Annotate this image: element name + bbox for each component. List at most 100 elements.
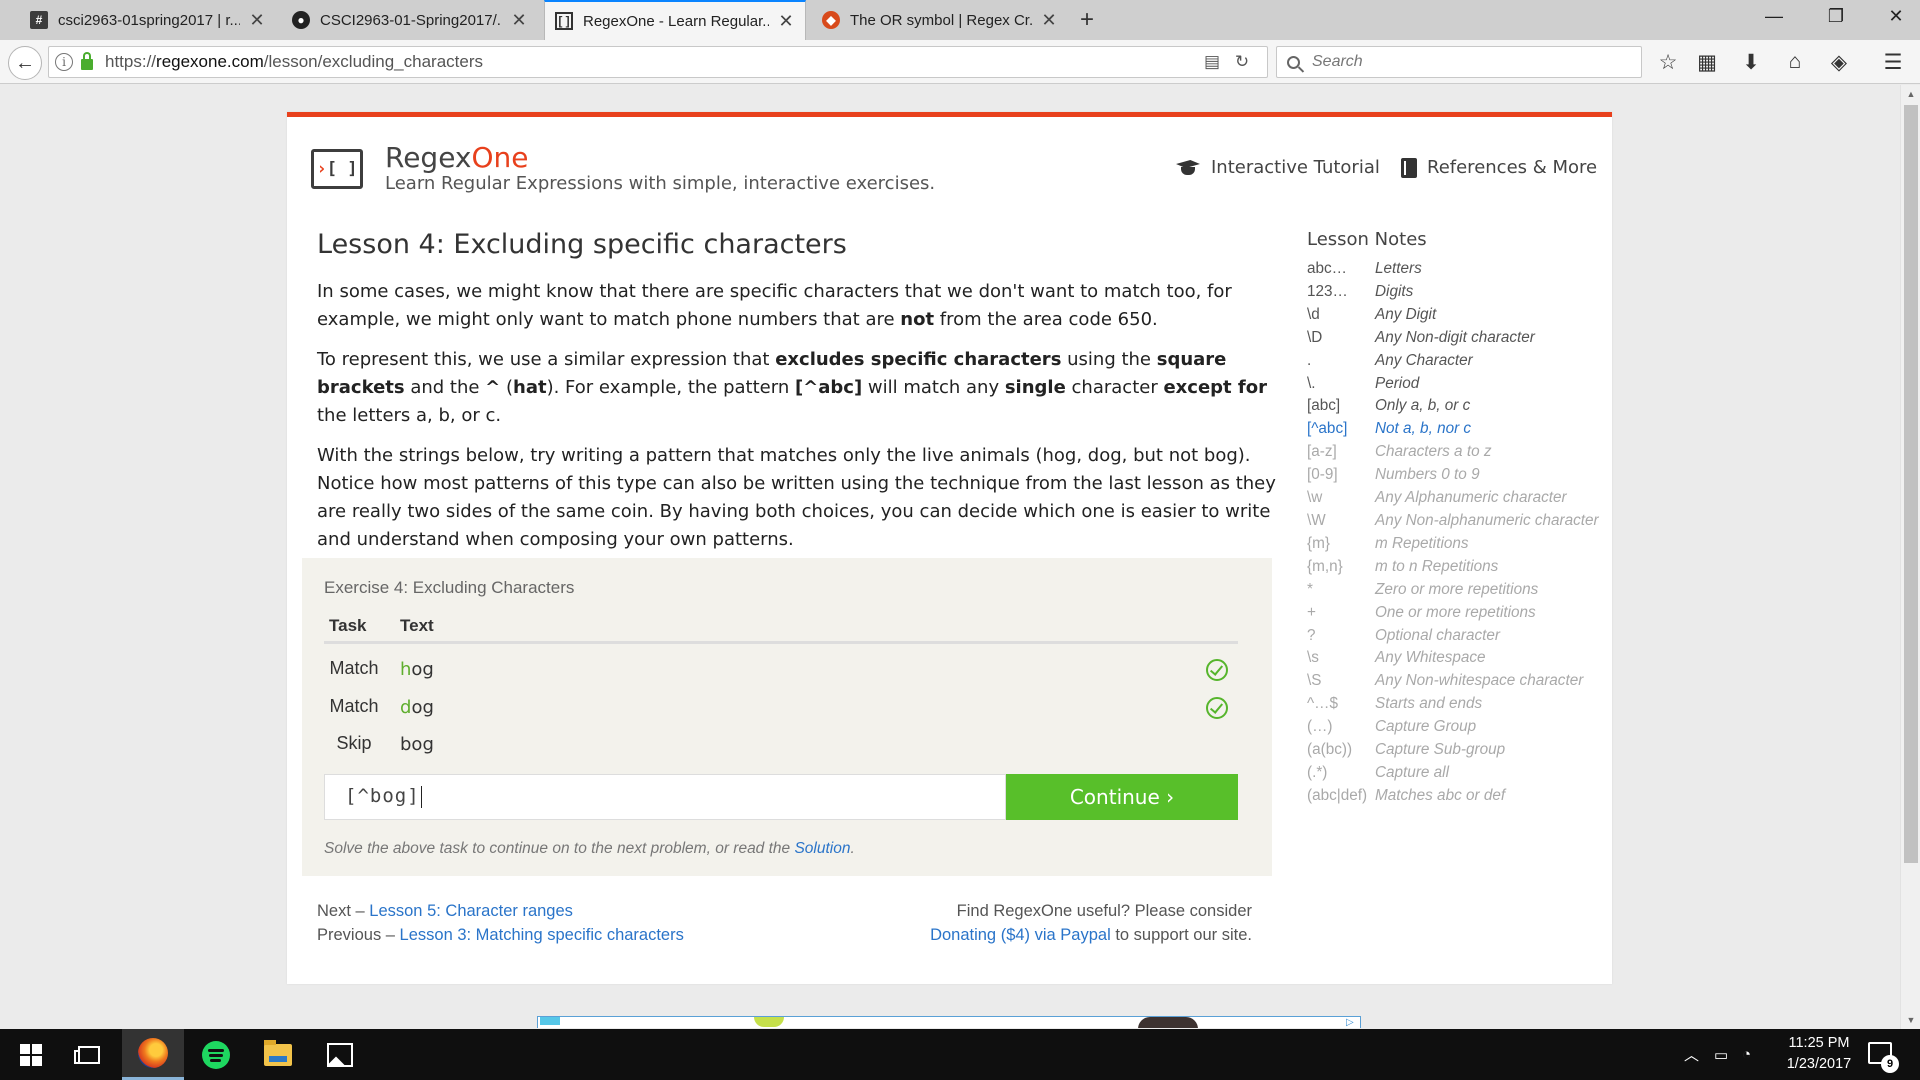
browser-tab[interactable]: # csci2963-01spring2017 | r... ✕ bbox=[20, 0, 276, 40]
lesson-notes-title: Lesson Notes bbox=[1307, 229, 1427, 250]
menu-icon[interactable]: ☰ bbox=[1878, 50, 1908, 75]
check-circle-icon bbox=[1206, 697, 1228, 719]
taskbar-firefox[interactable] bbox=[122, 1029, 184, 1080]
note-pattern: [abc] bbox=[1307, 397, 1341, 415]
previous-lesson-link[interactable]: Lesson 3: Matching specific characters bbox=[400, 926, 684, 944]
system-clock[interactable]: 11:25 PM 1/23/2017 bbox=[1770, 1033, 1868, 1075]
exercise-title: Exercise 4: Excluding Characters bbox=[324, 578, 575, 597]
note-description: Capture Sub-group bbox=[1375, 741, 1506, 759]
search-icon bbox=[1287, 55, 1300, 69]
note-description: Starts and ends bbox=[1375, 695, 1483, 713]
url-text[interactable]: https://regexone.com/lesson/excluding_ch… bbox=[105, 52, 1197, 72]
note-description: Optional character bbox=[1375, 626, 1500, 644]
taskbar-spotify[interactable] bbox=[185, 1029, 247, 1080]
note-description: Any Whitespace bbox=[1375, 649, 1486, 667]
note-pattern: . bbox=[1307, 351, 1312, 369]
note-description: Letters bbox=[1375, 260, 1422, 277]
regex-input[interactable]: [^bog] bbox=[324, 774, 1006, 820]
back-button[interactable]: ← bbox=[8, 46, 42, 80]
note-pattern: [^abc] bbox=[1307, 420, 1348, 438]
scrollbar-thumb[interactable] bbox=[1904, 105, 1918, 863]
note-description: Any Character bbox=[1375, 351, 1473, 369]
windows-taskbar: ︿ ▭ ◔ 11:25 PM 1/23/2017 9 bbox=[0, 1029, 1920, 1080]
note-pattern: [0-9] bbox=[1307, 466, 1338, 484]
regexone-icon: [ ] bbox=[555, 12, 573, 30]
url-bar[interactable]: i https://regexone.com/lesson/excluding_… bbox=[48, 46, 1268, 78]
browser-tab[interactable]: ● CSCI2963-01-Spring2017/... ✕ bbox=[282, 0, 538, 40]
note-pattern: ? bbox=[1307, 626, 1316, 644]
close-tab-icon[interactable]: ✕ bbox=[510, 10, 528, 31]
note-description: One or more repetitions bbox=[1375, 603, 1536, 621]
browser-tab-strip: # csci2963-01spring2017 | r... ✕ ● CSCI2… bbox=[0, 0, 1920, 40]
solution-link[interactable]: Solution bbox=[794, 840, 850, 857]
reading-list-icon[interactable]: ▦ bbox=[1692, 50, 1722, 75]
spotify-icon bbox=[202, 1040, 230, 1069]
close-tab-icon[interactable]: ✕ bbox=[777, 11, 795, 32]
note-pattern: (abc|def) bbox=[1307, 786, 1368, 804]
donate-link[interactable]: Donating ($4) via Paypal bbox=[930, 926, 1111, 944]
home-icon[interactable]: ⌂ bbox=[1780, 50, 1810, 74]
note-description: Zero or more repetitions bbox=[1375, 580, 1539, 598]
note-pattern: ^…$ bbox=[1307, 695, 1338, 713]
note-pattern: \d bbox=[1307, 305, 1320, 323]
note-pattern: [a-z] bbox=[1307, 443, 1337, 461]
row-text: hog bbox=[400, 659, 434, 680]
reload-icon[interactable]: ↻ bbox=[1227, 52, 1257, 72]
show-hidden-icons[interactable]: ︿ bbox=[1684, 1029, 1699, 1080]
lesson-note-item: ^…$ Starts and ends bbox=[1307, 693, 1607, 716]
reader-view-icon[interactable]: ▤ bbox=[1197, 52, 1227, 72]
close-tab-icon[interactable]: ✕ bbox=[248, 10, 266, 31]
lesson-note-item: (.*) Capture all bbox=[1307, 762, 1607, 785]
minimize-button[interactable]: — bbox=[1754, 6, 1794, 27]
site-title[interactable]: RegexOne bbox=[385, 141, 529, 174]
row-task: Skip bbox=[336, 733, 372, 753]
lesson-content: Lesson 4: Excluding specific characters … bbox=[317, 229, 1277, 566]
advertisement-banner[interactable]: ▷ bbox=[537, 1016, 1361, 1028]
tab-title: CSCI2963-01-Spring2017/... bbox=[320, 11, 502, 29]
note-description: Capture all bbox=[1375, 763, 1449, 781]
scroll-down-arrow-icon[interactable]: ▼ bbox=[1901, 1011, 1920, 1029]
regexone-logo[interactable]: ›[ ] bbox=[311, 149, 363, 189]
note-pattern: \S bbox=[1307, 672, 1322, 690]
battery-icon[interactable]: ▭ bbox=[1714, 1029, 1728, 1080]
scroll-up-arrow-icon[interactable]: ▲ bbox=[1901, 85, 1920, 103]
next-lesson-link[interactable]: Lesson 5: Character ranges bbox=[369, 902, 573, 920]
taskbar-photos[interactable] bbox=[309, 1029, 371, 1080]
adchoices-icon[interactable]: ▷ bbox=[1346, 1017, 1360, 1028]
exercise-hint: Solve the above task to continue on to t… bbox=[324, 840, 855, 857]
info-icon[interactable]: i bbox=[55, 53, 73, 71]
nav-references[interactable]: References & More bbox=[1401, 157, 1597, 178]
page-scrollbar[interactable]: ▲ ▼ bbox=[1900, 85, 1920, 1029]
continue-button[interactable]: Continue › bbox=[1006, 774, 1238, 820]
photos-icon bbox=[327, 1042, 353, 1067]
close-window-button[interactable]: ✕ bbox=[1876, 6, 1916, 27]
start-button[interactable] bbox=[0, 1029, 62, 1080]
tab-title: csci2963-01spring2017 | r... bbox=[58, 11, 240, 29]
pocket-icon[interactable]: ◈ bbox=[1824, 50, 1854, 75]
browser-tab[interactable]: ◆ The OR symbol | Regex Cr... ✕ bbox=[812, 0, 1068, 40]
note-description: Any Alphanumeric character bbox=[1375, 489, 1567, 507]
bookmark-star-icon[interactable]: ☆ bbox=[1653, 50, 1683, 75]
restore-button[interactable]: ❐ bbox=[1816, 6, 1856, 27]
wifi-icon[interactable]: ◔ bbox=[1742, 1029, 1751, 1080]
taskbar-file-explorer[interactable] bbox=[247, 1029, 309, 1080]
task-view-button[interactable] bbox=[58, 1029, 120, 1080]
browser-tab-active[interactable]: [ ] RegexOne - Learn Regular... ✕ bbox=[544, 0, 806, 40]
new-tab-button[interactable]: + bbox=[1080, 6, 1094, 34]
note-description: m to n Repetitions bbox=[1375, 557, 1499, 575]
firefox-icon bbox=[138, 1038, 168, 1068]
note-description: Any Non-alphanumeric character bbox=[1375, 511, 1599, 529]
note-description: Any Non-digit character bbox=[1375, 328, 1535, 346]
download-icon[interactable]: ⬇ bbox=[1736, 50, 1766, 75]
exercise-row: Match hog bbox=[324, 654, 1238, 686]
lesson-note-item: 123… Digits bbox=[1307, 281, 1607, 304]
lesson-note-item: \d Any Digit bbox=[1307, 304, 1607, 327]
lesson-note-item: \w Any Alphanumeric character bbox=[1307, 487, 1607, 510]
column-header-task: Task bbox=[329, 616, 367, 635]
text-caret bbox=[420, 785, 422, 808]
search-input[interactable]: Search bbox=[1276, 46, 1642, 78]
lesson-paragraph: With the strings below, try writing a pa… bbox=[317, 445, 1276, 550]
lesson-note-item: \S Any Non-whitespace character bbox=[1307, 670, 1607, 693]
close-tab-icon[interactable]: ✕ bbox=[1040, 10, 1058, 31]
nav-interactive-tutorial[interactable]: Interactive Tutorial bbox=[1175, 157, 1380, 178]
